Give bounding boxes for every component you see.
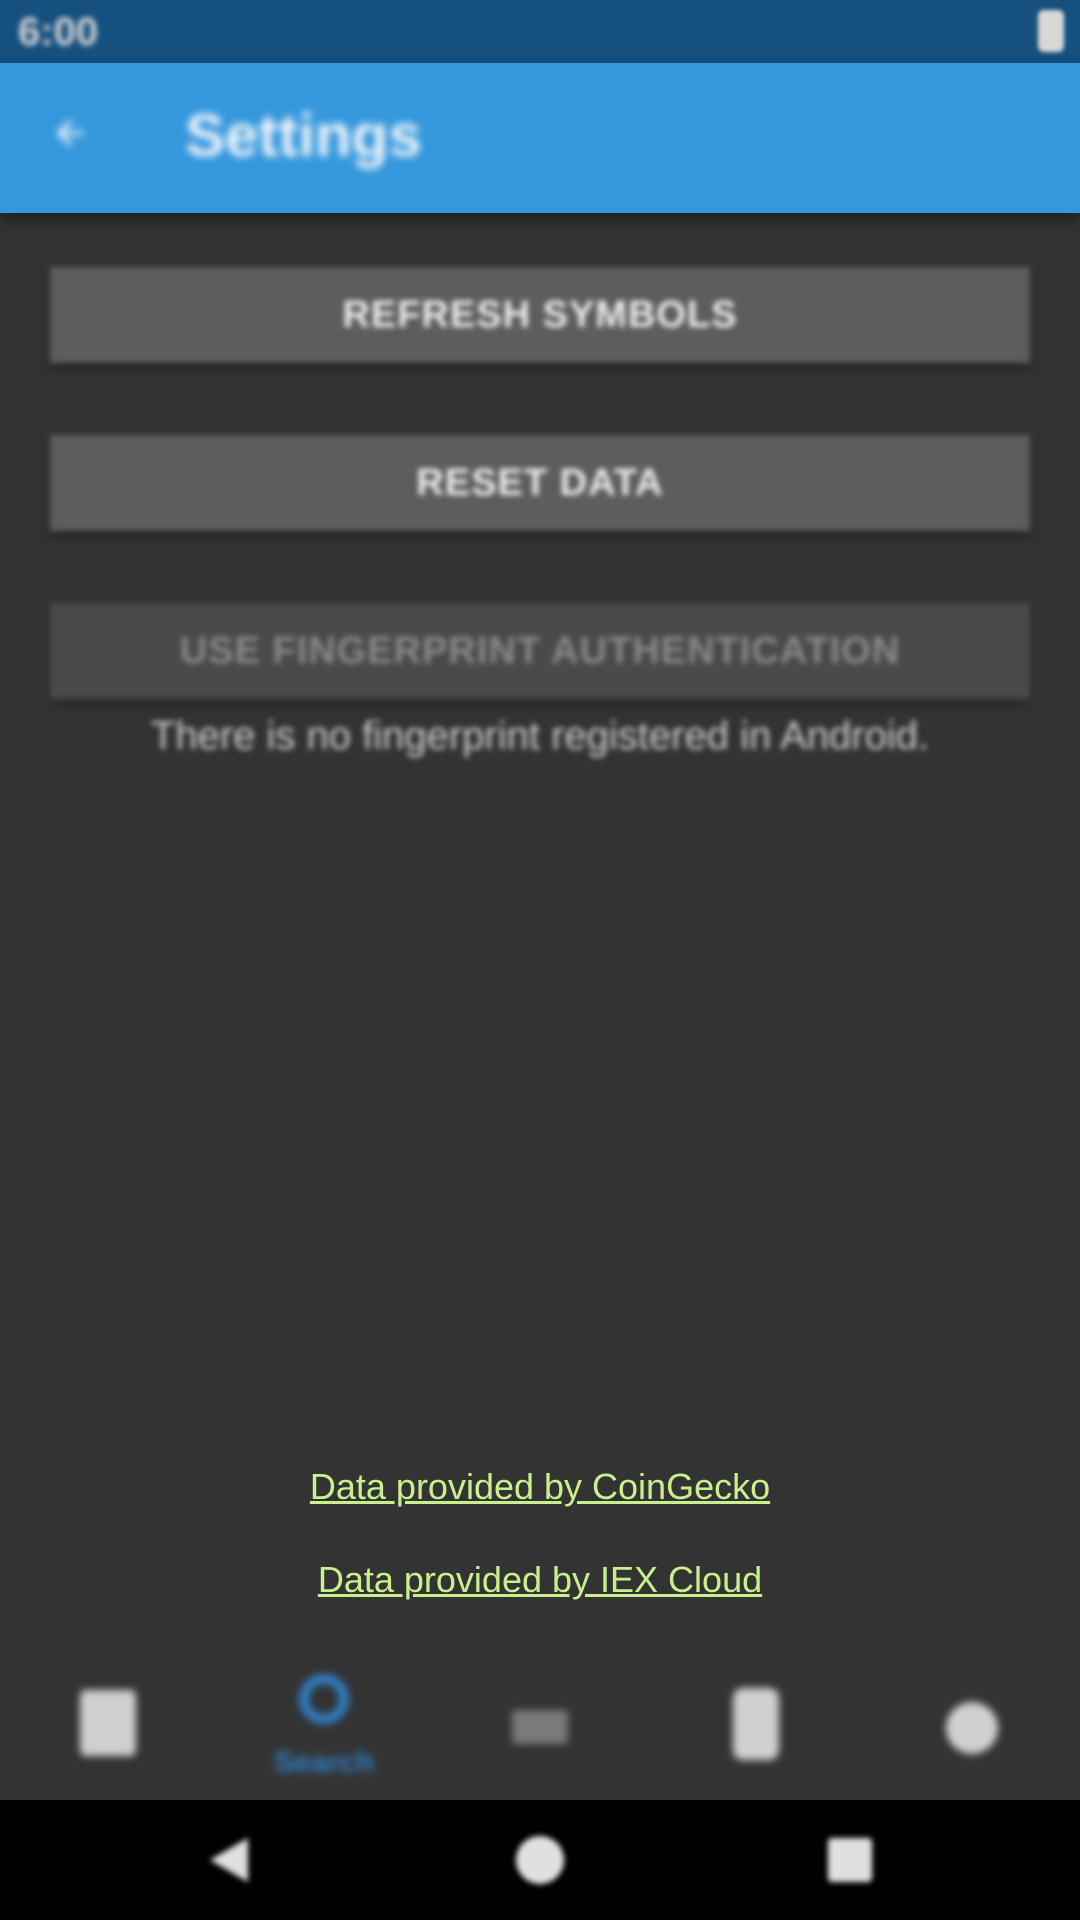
back-button[interactable]	[40, 103, 100, 163]
portfolio-icon	[733, 1688, 779, 1760]
status-time: 6:00	[18, 10, 99, 54]
settings-icon	[946, 1702, 998, 1754]
fingerprint-auth-button: USE FINGERPRINT AUTHENTICATION	[50, 603, 1030, 699]
iex-cloud-link[interactable]: Data provided by IEX Cloud	[0, 1559, 1080, 1601]
nav-settings[interactable]	[864, 1640, 1080, 1800]
refresh-symbols-button[interactable]: REFRESH SYMBOLS	[50, 267, 1030, 363]
system-home-icon[interactable]	[510, 1830, 570, 1890]
page-title: Settings	[185, 102, 422, 169]
arrow-back-icon	[56, 119, 84, 147]
app-bar: Settings	[0, 63, 1080, 213]
news-icon	[512, 1710, 568, 1744]
status-bar: 6:00	[0, 0, 1080, 63]
coingecko-link[interactable]: Data provided by CoinGecko	[0, 1466, 1080, 1508]
nav-search-label: Search	[273, 1746, 375, 1779]
nav-portfolio[interactable]	[648, 1640, 864, 1800]
fingerprint-note: There is no fingerprint registered in An…	[150, 714, 930, 758]
settings-screen: 6:00 Settings REFRESH SYMBOLS RESET DATA…	[0, 0, 1080, 1920]
battery-icon	[1038, 10, 1064, 52]
nav-news[interactable]	[432, 1640, 648, 1800]
system-navigation-bar	[0, 1800, 1080, 1920]
search-icon	[299, 1674, 349, 1724]
home-icon	[80, 1690, 136, 1756]
bottom-navigation: Search	[0, 1640, 1080, 1800]
system-recents-icon[interactable]	[820, 1830, 880, 1890]
nav-search[interactable]: Search	[216, 1640, 432, 1800]
nav-home[interactable]	[0, 1640, 216, 1800]
reset-data-button[interactable]: RESET DATA	[50, 435, 1030, 531]
system-back-icon[interactable]	[200, 1830, 260, 1890]
